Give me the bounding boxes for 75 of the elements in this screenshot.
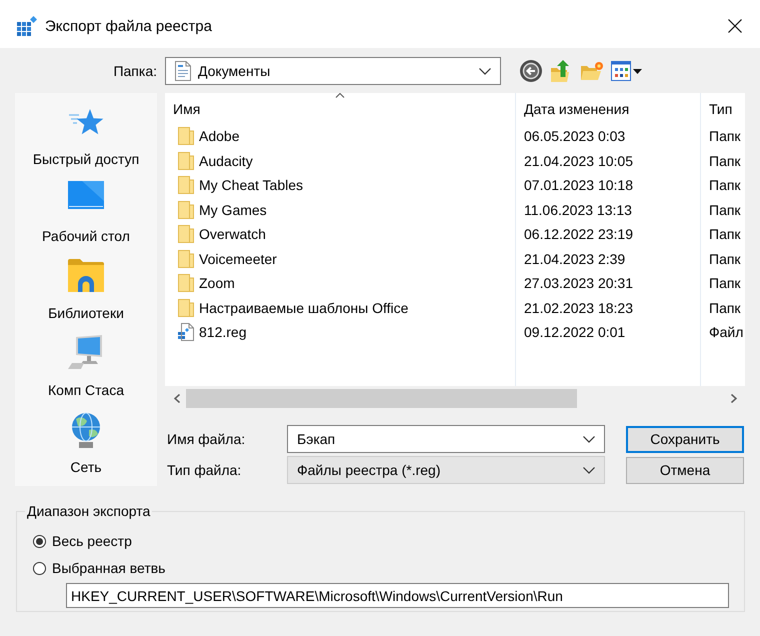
sort-caret-icon [336,93,344,98]
computer-icon [68,335,104,369]
date-cell: 21.02.2023 18:23 [524,300,633,316]
folder-icon [178,250,194,268]
place-item[interactable]: Сеть [15,409,157,486]
library-folder-icon [68,258,104,292]
folder-dropdown[interactable]: Документы [165,57,501,85]
scrollbar-thumb[interactable] [186,388,577,408]
place-item[interactable]: Комп Стаса [15,332,157,409]
group-title: Диапазон экспорта [26,503,152,519]
file-name[interactable]: Adobe [199,128,240,144]
date-cell: 27.03.2023 20:31 [524,275,633,292]
file-name[interactable]: Audacity [199,152,253,169]
document-icon [175,61,191,81]
type-cell: Папк [709,226,741,242]
type-cell: Папк [709,250,741,267]
chevron-down-icon [583,466,595,474]
place-item[interactable]: Библиотеки [15,255,157,332]
file-type-label: Тип файла: [166,462,242,478]
up-folder-icon[interactable] [551,60,571,82]
radio-button[interactable] [33,562,46,574]
scroll-left-icon[interactable] [174,394,180,402]
date-cell: 21.04.2023 10:05 [524,152,633,169]
folder-icon [178,298,194,317]
radio-button[interactable] [33,534,46,548]
folder-icon [178,127,194,146]
folder-icon [178,152,194,170]
file-name[interactable]: Overwatch [199,226,266,242]
date-cell: 06.12.2022 23:19 [524,226,633,242]
date-cell: 11.06.2023 13:13 [524,202,632,218]
file-name[interactable]: My Cheat Tables [199,177,304,194]
file-name[interactable]: 812.reg [199,324,246,340]
folder-icon [178,200,194,219]
place-item[interactable]: Рабочий стол [15,178,157,255]
folder-icon [178,176,194,194]
file-name[interactable]: My Games [199,202,267,218]
file-name[interactable]: Voicemeeter [199,250,277,267]
type-cell: Папк [709,152,741,169]
type-cell: Папк [709,177,741,194]
radio-label[interactable]: Весь реестр [52,533,132,549]
file-name-label: Имя файла: [166,431,246,447]
branch-path-field[interactable]: HKEY_CURRENT_USER\SOFTWARE\Microsoft\Windows\CurrentVersion\Run [66,583,729,608]
folder-icon [178,225,194,244]
column-header[interactable]: Дата изменения [516,93,700,124]
chevron-down-icon [583,436,595,442]
cancel-button[interactable]: Отмена [626,456,744,484]
save-button[interactable]: Сохранить [626,426,744,452]
folder-icon [178,274,194,292]
file-name[interactable]: Настраиваемые шаблоны Office [199,300,408,316]
folder-label: Папка: [112,63,158,79]
type-cell: Файл [709,324,744,340]
file-type-dropdown[interactable]: Файлы реестра (*.reg) [287,456,605,484]
registry-file-icon [178,323,194,342]
date-cell: 06.05.2023 0:03 [524,128,626,144]
place-item[interactable]: Быстрый доступ [15,101,157,178]
type-cell: Папк [709,300,741,316]
file-name-field[interactable]: Бэкап [287,425,605,453]
radio-label[interactable]: Выбранная ветвь [52,560,166,576]
registry-icon [17,16,37,36]
desktop-icon [68,181,104,209]
back-arrow-icon[interactable] [520,60,542,82]
column-header[interactable]: Тип [701,93,745,124]
column-header[interactable]: Имя [165,93,515,124]
file-name[interactable]: Zoom [199,275,235,292]
chevron-down-icon [479,68,491,74]
view-menu-icon[interactable] [611,61,643,81]
type-cell: Папк [709,128,741,144]
date-cell: 21.04.2023 2:39 [524,250,626,267]
type-cell: Папк [709,202,741,218]
window-title: Экспорт файла реестра [45,18,213,34]
scroll-right-icon[interactable] [731,394,737,402]
date-cell: 09.12.2022 0:01 [524,324,626,340]
date-cell: 07.01.2023 10:18 [524,177,633,194]
type-cell: Папк [709,275,741,292]
close-icon[interactable] [728,19,742,33]
